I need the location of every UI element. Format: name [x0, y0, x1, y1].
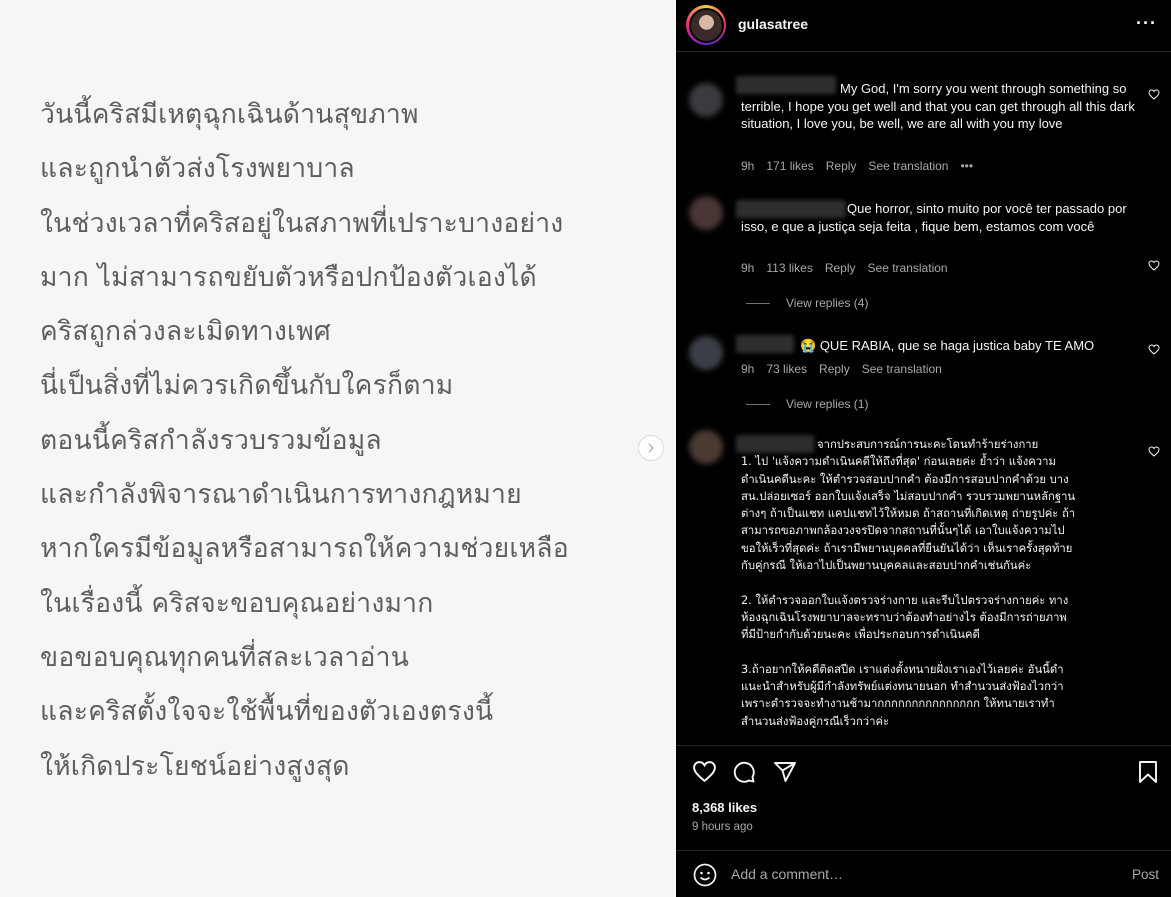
comment-likes[interactable]: 73 likes — [766, 362, 807, 376]
see-translation-button[interactable]: See translation — [868, 261, 948, 275]
comment-line: จากประสบการณ์การนะคะโดนทำร้ายร่างกาย — [817, 438, 1039, 451]
comment-icon[interactable] — [732, 760, 756, 784]
image-text-line: ให้เกิดประโยชน์อย่างสูงสุด — [40, 750, 350, 782]
heart-icon[interactable] — [1148, 446, 1160, 457]
comment-line — [741, 644, 1136, 661]
comment-time: 9h — [741, 362, 755, 376]
bookmark-icon[interactable] — [1138, 760, 1158, 784]
image-text-line: ขอขอบคุณทุกคนที่สละเวลาอ่าน — [40, 641, 410, 673]
heart-icon[interactable] — [1148, 260, 1160, 271]
comment-time: 9h — [741, 261, 755, 275]
comment-likes[interactable]: 113 likes — [766, 261, 812, 275]
post-side-panel: gulasatree ··· My God, I'm sorry you wen… — [676, 0, 1171, 897]
replies-divider — [746, 403, 770, 405]
see-translation-button[interactable]: See translation — [868, 159, 948, 173]
comment-text: My God, I'm sorry you went through somet… — [741, 81, 1135, 131]
reply-button[interactable]: Reply — [825, 261, 856, 275]
comment-likes[interactable]: 171 likes — [766, 159, 813, 173]
reply-button[interactable]: Reply — [826, 159, 857, 173]
avatar[interactable] — [686, 5, 726, 45]
comment-line: ห้องฉุกเฉินโรงพยาบาลจะทราบว่าต้องทำอย่าง… — [741, 610, 1067, 624]
image-text-line: และถูกนำตัวส่งโรงพยาบาล — [40, 153, 355, 185]
heart-icon[interactable] — [1148, 89, 1160, 100]
post-image: วันนี้คริสมีเหตุฉุกเฉินด้านสุขภาพ และถูก… — [0, 0, 676, 897]
image-text-line: นี่เป็นสิ่งที่ไม่ควรเกิดขึ้นกับใครก็ตาม — [40, 370, 454, 402]
image-text-line: ในช่วงเวลาที่คริสอยู่ในสภาพที่เปราะบางอย… — [40, 207, 564, 239]
add-comment-bar: Post — [676, 850, 1171, 897]
comment-line: เพราะตำรวจจะทำงานช้ามากกกกกกกกกกกกกกก ให… — [741, 697, 1055, 711]
image-text-block: วันนี้คริสมีเหตุฉุกเฉินด้านสุขภาพ และถูก… — [40, 88, 569, 794]
reply-button[interactable]: Reply — [819, 362, 850, 376]
view-replies-button[interactable]: View replies (1) — [746, 397, 868, 411]
image-text-line: คริสถูกล่วงละเมิดทางเพศ — [40, 316, 331, 348]
view-replies-label: View replies (1) — [786, 397, 869, 411]
comment-meta: 9h 73 likes Reply See translation — [741, 362, 942, 376]
comment-line: ดำเนินคดีนะคะ ให้ตำรวจสอบปากคำ ต้องมีการ… — [741, 472, 1069, 486]
comment-line: 1. ไป 'แจ้งความดำเนินคดีให้ถึงที่สุด' ก่… — [741, 455, 1056, 469]
crying-emoji: 😭 — [800, 338, 817, 353]
comment-meta: 9h 171 likes Reply See translation ••• — [741, 159, 973, 173]
comment-line: สน.ปล่อยเซอร์ ออกใบแจ้งเสร็จ ไม่สอบปากคำ… — [741, 489, 1076, 503]
comment-text: Que horror, sinto muito por você ter pas… — [741, 201, 1127, 234]
emoji-icon[interactable] — [693, 863, 717, 887]
post-timestamp: 9 hours ago — [692, 821, 753, 833]
comment-line — [741, 574, 1136, 591]
view-replies-button[interactable]: View replies (4) — [746, 296, 868, 310]
image-text-line: วันนี้คริสมีเหตุฉุกเฉินด้านสุขภาพ — [40, 99, 419, 130]
replies-divider — [746, 302, 770, 304]
comment-avatar[interactable] — [689, 196, 723, 230]
comment-line: กับคู่กรณี ให้เอาไปเป็นพยานบุคคลและสอบปา… — [741, 559, 1032, 573]
comment-input[interactable] — [731, 863, 1111, 885]
comment-line: ที่มีป้ายกำกับด้วยนะคะ เพื่อประกอบการดำเ… — [741, 628, 980, 642]
comment-avatar[interactable] — [689, 336, 723, 370]
chevron-right-icon — [648, 443, 654, 453]
heart-icon[interactable] — [1148, 344, 1160, 355]
share-icon[interactable] — [773, 760, 797, 784]
image-text-line: และกำลังพิจารณาดำเนินการทางกฎหมาย — [40, 479, 522, 511]
comment-line: 2. ให้ตำรวจออกใบแจ้งตรวจร่างกาย และรีบไป… — [741, 593, 1069, 607]
comment-line: ต่างๆ ถ้าเป็นแชท แคปแชทไว้ให้หมด ถ้าสถาน… — [741, 507, 1076, 521]
image-text-line: ตอนนี้คริสกำลังรวบรวมข้อมูล — [40, 424, 382, 456]
image-text-line: หากใครมีข้อมูลหรือสามารถให้ความช่วยเหลือ — [40, 533, 569, 565]
view-replies-label: View replies (4) — [786, 296, 869, 310]
see-translation-button[interactable]: See translation — [862, 362, 942, 376]
image-text-line: และคริสตั้งใจจะใช้พื้นที่ของตัวเองตรงนี้ — [40, 696, 494, 728]
comment-avatar[interactable] — [689, 83, 723, 117]
comment-time: 9h — [741, 159, 755, 173]
comment-meta: 9h 113 likes Reply See translation — [741, 261, 948, 275]
comment-text: จากประสบการณ์การนะคะโดนทำร้ายร่างกาย 1. … — [741, 436, 1136, 730]
image-text-line: ในเรื่องนี้ คริสจะขอบคุณอย่างมาก — [40, 587, 434, 619]
comments-list: My God, I'm sorry you went through somet… — [676, 52, 1171, 745]
next-image-button[interactable] — [638, 435, 664, 461]
comment-text: 😭 QUE RABIA, que se haga justica baby TE… — [741, 337, 1136, 355]
comment-line: แนะนำสำหรับผู้มีกำลังทรัพย์แต่งทนายนอก ท… — [741, 680, 1064, 694]
post-actions: 8,368 likes 9 hours ago — [676, 745, 1171, 850]
comment-more-icon[interactable]: ••• — [960, 159, 973, 173]
post-header: gulasatree ··· — [676, 0, 1171, 52]
heart-icon[interactable] — [692, 760, 717, 783]
username-link[interactable]: gulasatree — [738, 16, 808, 32]
comment-line: สามารถขอภาพกล้องวงจรปิดจากสถานที่นั้นๆได… — [741, 524, 1065, 538]
more-options-icon[interactable]: ··· — [1136, 13, 1157, 34]
comment-line: สำนวนส่งฟ้องคู่กรณีเร็วกว่าค่ะ — [741, 714, 890, 728]
comment-text-body: QUE RABIA, que se haga justica baby TE A… — [819, 338, 1095, 353]
likes-count[interactable]: 8,368 likes — [692, 800, 757, 815]
post-button[interactable]: Post — [1132, 867, 1159, 882]
comment-line: ขอให้เร็วที่สุดค่ะ ถ้าเรามีพยานบุคคลที่ย… — [741, 541, 1073, 555]
image-text-line: มาก ไม่สามารถขยับตัวหรือปกป้องตัวเองได้ — [40, 261, 537, 293]
comment-avatar[interactable] — [689, 430, 723, 464]
avatar-image — [688, 7, 724, 43]
comment-line: 3.ถ้าอยากให้คดีติดสปีด เราแต่งตั้งทนายฝั… — [741, 662, 1064, 676]
